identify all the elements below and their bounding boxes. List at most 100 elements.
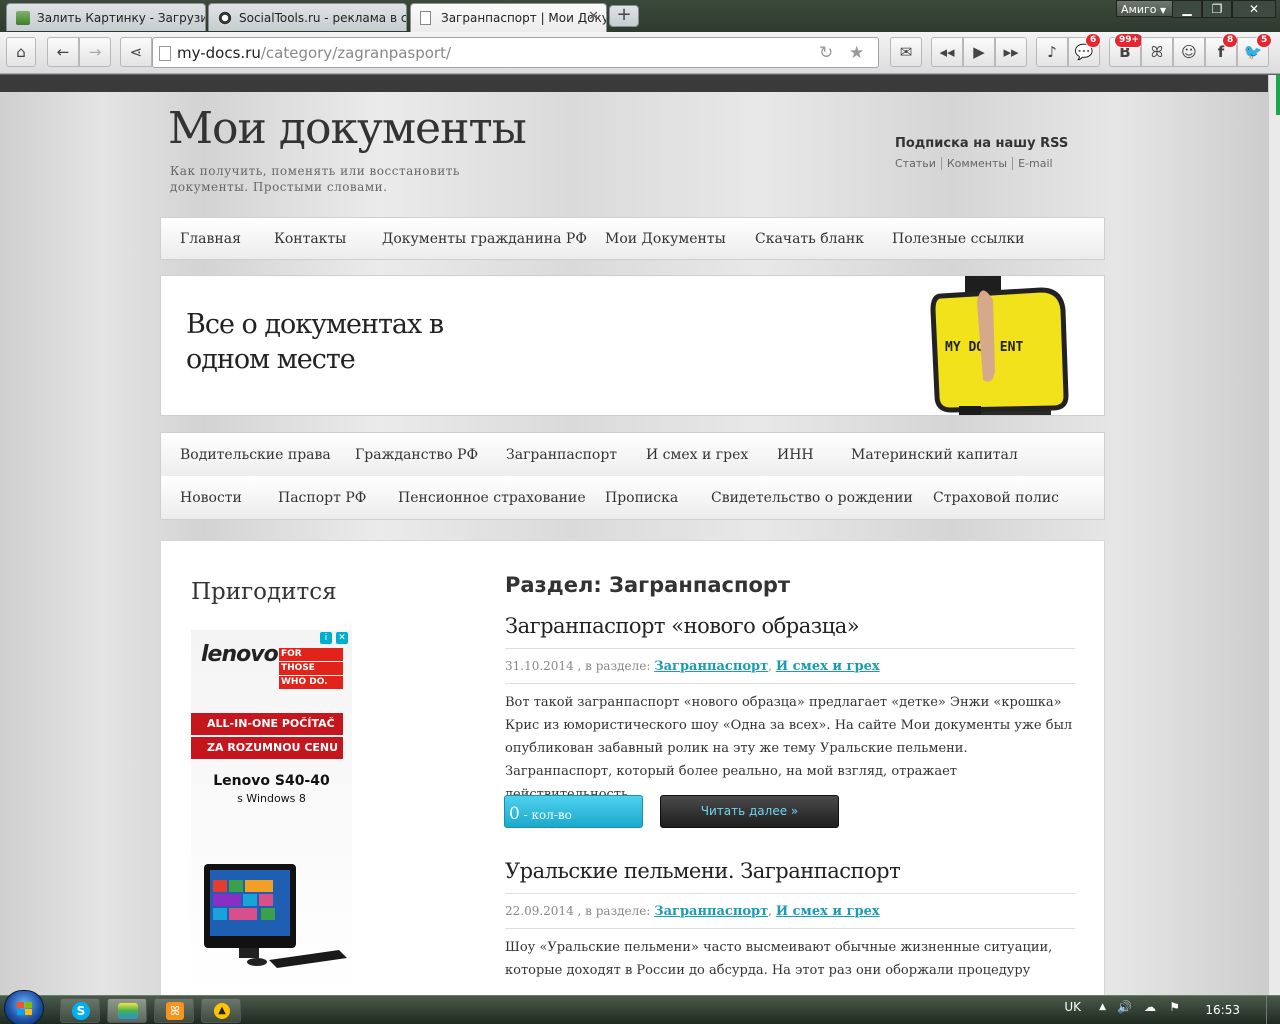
nav-home[interactable]: Главная — [180, 231, 241, 247]
chat-badge: 6 — [1085, 33, 1102, 48]
banner-text: Все о документах в одном месте — [186, 307, 444, 377]
odnoklassniki-icon[interactable]: ꕤ — [1141, 37, 1173, 67]
twitter-badge: 5 — [1256, 33, 1273, 48]
close-window-icon[interactable]: ✕ — [1232, 0, 1276, 18]
post-title[interactable]: Уральские пельмени. Загранпаспорт — [505, 859, 1075, 894]
cat-inn[interactable]: ИНН — [777, 447, 814, 463]
scrollbar[interactable] — [1268, 75, 1280, 995]
tab-zalit-kartinku[interactable]: Залить Картинку - Загрузить — [6, 3, 206, 31]
cat-insurance-policy[interactable]: Страховой полис — [933, 490, 1059, 506]
scrollbar-thumb[interactable] — [1276, 75, 1280, 115]
header-banner: Все о документах в одном месте MY DOC EN… — [160, 275, 1105, 416]
network-icon[interactable]: ☁ — [1144, 1000, 1156, 1014]
cat-registration[interactable]: Прописка — [605, 490, 678, 506]
music-icon[interactable]: ♪ — [1036, 37, 1068, 67]
chat-icon[interactable]: 💬 6 — [1068, 33, 1102, 67]
mail-icon[interactable]: ✉ — [890, 37, 922, 67]
ad-slogan-2: THOSE — [279, 662, 343, 675]
close-tab-icon[interactable]: ✕ — [588, 9, 599, 24]
volume-icon[interactable]: 🔊 — [1117, 1000, 1132, 1014]
show-hidden-icons[interactable]: ▲ — [1099, 1002, 1106, 1012]
windows-taskbar: S ꕤ ▲ UK ▲ 🔊 ☁ ⚑ 16:53 — [0, 990, 1280, 1024]
rss-link-comments[interactable]: Комменты — [940, 157, 1013, 170]
rewind-icon[interactable]: ◂◂ — [931, 37, 963, 67]
rss-link-email[interactable]: E-mail — [1012, 157, 1058, 170]
post-1: Загранпаспорт «нового образца» 31.10.201… — [505, 614, 1075, 806]
cat-citizenship[interactable]: Гражданство РФ — [355, 447, 478, 463]
post-category-link[interactable]: И смех и грех — [776, 659, 880, 674]
comments-count-button[interactable]: 0 - кол-во комментов — [504, 795, 643, 838]
start-button[interactable] — [4, 990, 44, 1024]
minimize-icon[interactable]: ▁ — [1172, 0, 1202, 18]
post-category-link[interactable]: Загранпаспорт — [654, 904, 768, 919]
maximize-icon[interactable]: ❐ — [1202, 0, 1232, 18]
bookmark-star-icon[interactable]: ★ — [849, 43, 864, 63]
cat-driving-license[interactable]: Водительские права — [180, 447, 331, 463]
rss-heading: Подписка на нашу RSS — [895, 136, 1069, 151]
post-category-link[interactable]: И смех и грех — [776, 904, 880, 919]
play-icon[interactable]: ▶ — [963, 37, 995, 67]
forward-icon[interactable]: → — [79, 37, 111, 67]
url-host: my-docs.ru — [177, 44, 261, 62]
web-page: Мои документы Как получить, поменять или… — [0, 75, 1268, 995]
content-area: Пригодится i ✕ lenovo FOR THOSE WHO DO. … — [160, 540, 1105, 995]
post-meta: 22.09.2014 , в разделе: Загранпаспорт, И… — [505, 894, 1075, 929]
friends-icon[interactable]: ☺ — [1173, 37, 1205, 67]
new-tab-button[interactable]: + — [609, 5, 639, 27]
post-title[interactable]: Загранпаспорт «нового образца» — [505, 614, 1075, 649]
post-2: Уральские пельмени. Загранпаспорт 22.09.… — [505, 859, 1075, 982]
tab-zagranpasport[interactable]: Загранпаспорт | Мои Доку ✕ — [410, 3, 607, 32]
nav-useful-links[interactable]: Полезные ссылки — [892, 231, 1024, 247]
odnoklassniki-taskbar-button[interactable]: ꕤ — [154, 998, 194, 1023]
share-icon[interactable]: ⋖ — [120, 37, 152, 67]
rss-subscribe: Подписка на нашу RSS Статьи Комменты E-mai… — [895, 136, 1095, 170]
address-bar[interactable]: my-docs.ru/category/zagranpasport/ ↻ ★ — [152, 37, 879, 68]
nav-contacts[interactable]: Контакты — [274, 231, 346, 247]
amigo-menu-button[interactable]: Амиго ▼ — [1116, 0, 1174, 17]
fast-forward-icon[interactable]: ▸▸ — [995, 37, 1027, 67]
cat-zagranpasport[interactable]: Загранпаспорт — [506, 447, 617, 463]
nav-my-documents[interactable]: Мои Документы — [605, 231, 726, 247]
page-icon — [420, 11, 431, 25]
facebook-badge: 8 — [1222, 33, 1239, 48]
home-icon[interactable]: ⌂ — [6, 37, 36, 67]
post-meta-separator: , в разделе: — [573, 659, 655, 673]
post-category-link[interactable]: Загранпаспорт — [654, 659, 768, 674]
category-navigation: Водительские права Гражданство РФ Загран… — [160, 432, 1105, 520]
back-icon[interactable]: ← — [47, 37, 79, 67]
clock[interactable]: 16:53 — [1205, 1003, 1240, 1017]
nav-download-form[interactable]: Скачать бланк — [755, 231, 864, 247]
cat-maternity-capital[interactable]: Материнский капитал — [851, 447, 1018, 463]
main-navigation: Главная Контакты Документы гражданина РФ… — [160, 217, 1105, 260]
facebook-icon[interactable]: f 8 — [1205, 33, 1239, 67]
amigo-browser-icon — [118, 1003, 138, 1019]
tab-title: SocialTools.ru - реклама в с — [239, 11, 407, 25]
site-title[interactable]: Мои документы — [168, 103, 527, 154]
cat-birth-certificate[interactable]: Свидетельство о рождении — [711, 490, 913, 506]
cat-humor[interactable]: И смех и грех — [646, 447, 748, 463]
app-taskbar-button[interactable]: ▲ — [201, 998, 241, 1023]
ad-info-icon[interactable]: i — [320, 632, 332, 644]
cat-pension-insurance[interactable]: Пенсионное страхование — [398, 490, 586, 506]
cat-news[interactable]: Новости — [180, 490, 242, 506]
twitter-icon[interactable]: 🐦 5 — [1237, 33, 1273, 67]
post-meta-separator: , в разделе: — [573, 904, 655, 918]
amigo-taskbar-button[interactable] — [107, 998, 147, 1023]
lenovo-ad[interactable]: i ✕ lenovo FOR THOSE WHO DO. ALL-IN-ONE … — [191, 630, 352, 995]
cat-passport-rf[interactable]: Паспорт РФ — [278, 490, 366, 506]
post-date: 31.10.2014 — [505, 659, 574, 673]
nav-citizen-documents[interactable]: Документы гражданина РФ — [382, 231, 587, 247]
ad-logo: lenovo — [201, 642, 279, 667]
skype-taskbar-button[interactable]: S — [60, 998, 100, 1023]
language-indicator[interactable]: UK — [1064, 1000, 1081, 1014]
ad-close-icon[interactable]: ✕ — [336, 632, 348, 644]
show-desktop-button[interactable] — [1266, 996, 1280, 1024]
tab-socialtools[interactable]: SocialTools.ru - реклама в с — [208, 3, 407, 31]
vk-icon[interactable]: B 99+ — [1109, 33, 1145, 67]
action-center-icon[interactable]: ⚑ — [1169, 1000, 1180, 1014]
page-icon — [159, 46, 171, 61]
reload-icon[interactable]: ↻ — [819, 43, 833, 63]
rss-link-articles[interactable]: Статьи — [895, 157, 941, 170]
tab-title: Залить Картинку - Загрузить — [37, 11, 206, 25]
read-more-button[interactable]: Читать далее » — [660, 795, 839, 828]
